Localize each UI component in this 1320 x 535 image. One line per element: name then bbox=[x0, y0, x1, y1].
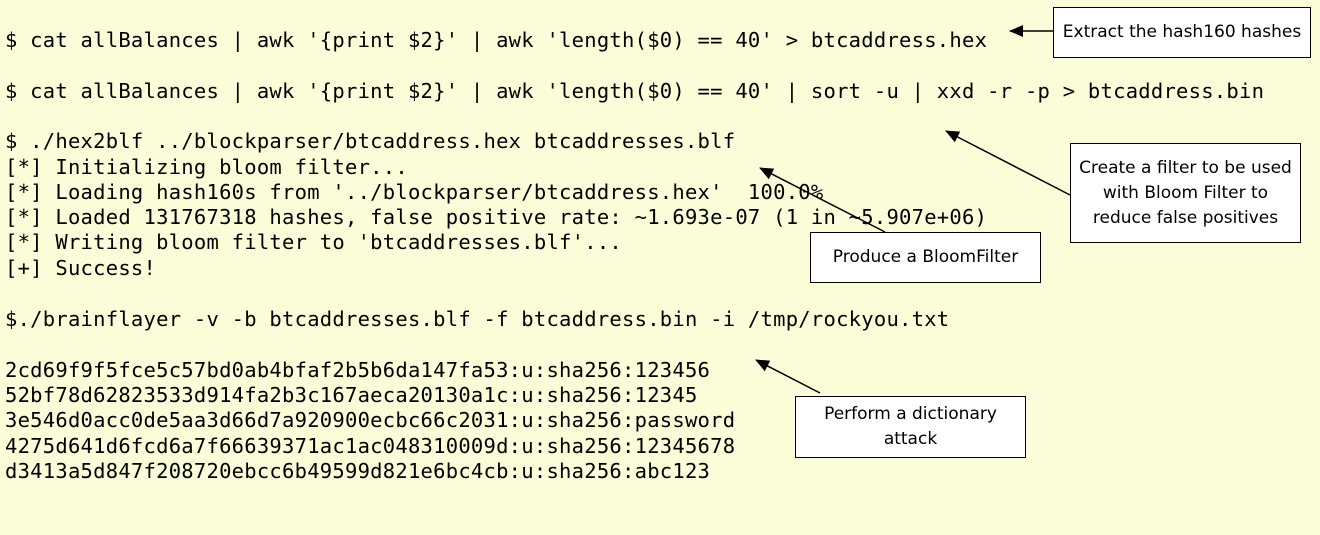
callout-produce-bloomfilter: Produce a BloomFilter bbox=[810, 232, 1041, 283]
brainflayer-output-line: 3e546d0acc0de5aa3d66d7a920900ecbc66c2031… bbox=[5, 408, 736, 432]
brainflayer-output-line: 52bf78d62823533d914fa2b3c167aeca20130a1c… bbox=[5, 383, 698, 407]
hex2blf-output-line: [*] Initializing bloom filter... bbox=[5, 155, 408, 179]
callout-dictionary-attack: Perform a dictionary attack bbox=[795, 396, 1026, 458]
brainflayer-output-line: d3413a5d847f208720ebcc6b49599d821e6bc4cb… bbox=[5, 459, 711, 483]
command-hex2blf: $ ./hex2blf ../blockparser/btcaddress.he… bbox=[5, 129, 736, 153]
brainflayer-output-line: 2cd69f9f5fce5c57bd0ab4bfaf2b5b6da147fa53… bbox=[5, 358, 711, 382]
callout-extract-hashes: Extract the hash160 hashes bbox=[1053, 7, 1311, 58]
hex2blf-output-line: [*] Writing bloom filter to 'btcaddresse… bbox=[5, 230, 623, 254]
arrow-create-filter bbox=[945, 130, 1071, 196]
callout-create-filter: Create a filter to be used with Bloom Fi… bbox=[1070, 143, 1301, 243]
hex2blf-output-line: [*] Loaded 131767318 hashes, false posit… bbox=[5, 205, 988, 229]
hex2blf-output-line: [*] Loading hash160s from '../blockparse… bbox=[5, 180, 824, 204]
command-brainflayer: $./brainflayer -v -b btcaddresses.blf -f… bbox=[5, 307, 950, 331]
hex2blf-output-line: [+] Success! bbox=[5, 256, 157, 280]
brainflayer-output-line: 4275d641d6fcd6a7f66639371ac1ac048310009d… bbox=[5, 434, 736, 458]
command-extract-bin: $ cat allBalances | awk '{print $2}' | a… bbox=[5, 79, 1265, 103]
arrow-dictionary bbox=[755, 359, 821, 394]
command-extract-hex: $ cat allBalances | awk '{print $2}' | a… bbox=[5, 28, 988, 52]
